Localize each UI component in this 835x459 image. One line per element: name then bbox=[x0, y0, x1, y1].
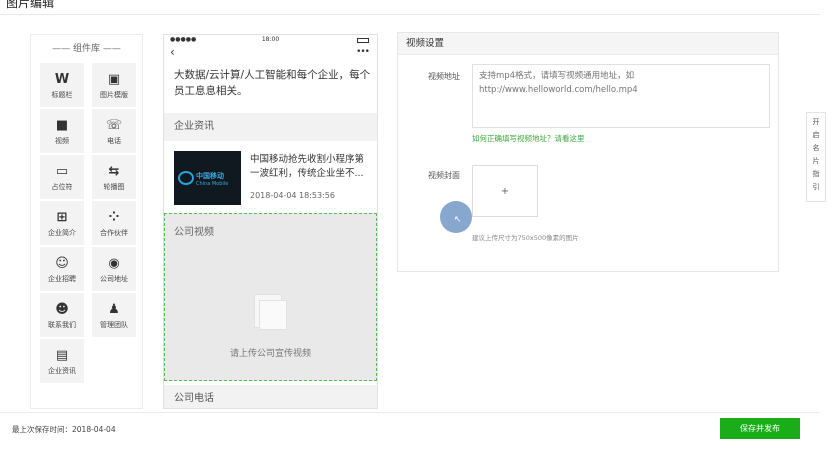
business-card-guide-tab[interactable]: 开启名片指引 bbox=[806, 112, 826, 202]
china-mobile-logo-icon bbox=[178, 171, 194, 185]
news-item[interactable]: 中国移动 China Mobile 中国移动抢先收割小程序第一波红利，传统企业坐… bbox=[164, 141, 377, 211]
company-intro-text: 大数据/云计算/人工智能和每个企业，每个员工息息相关。 bbox=[174, 69, 371, 97]
back-arrow-icon[interactable]: ‹ bbox=[170, 45, 175, 59]
thumb-logo-subtext: China Mobile bbox=[196, 181, 229, 187]
component-video-camera[interactable]: ■ 视频 bbox=[40, 109, 84, 153]
component-library: —— 组件库 —— W 标题栏 ▣ 图片模版 ■ 视频 ☏ 电话 ▭ 占位符 ⇆ 轮播图 ⊞ 企业简介 ⁘ 合… bbox=[30, 34, 143, 409]
carousel-icon: ⇆ bbox=[108, 163, 120, 179]
component-label: 联系我们 bbox=[48, 321, 76, 329]
cover-size-hint: 建议上传尺寸为750x500像素的图片 bbox=[472, 234, 579, 242]
page-root: 图片编辑 —— 组件库 —— W 标题栏 ▣ 图片模版 ■ 视频 ☏ 电话 ▭ 占位符 ⇆ 轮播图 ⊞ 企… bbox=[0, 0, 835, 459]
component-label: 企业简介 bbox=[48, 229, 76, 237]
image-template-icon: ▣ bbox=[107, 71, 121, 87]
section-news-header: 企业资讯 bbox=[164, 113, 377, 141]
news-icon: ▤ bbox=[55, 347, 69, 363]
team-icon: ♟ bbox=[108, 301, 120, 317]
footer-divider bbox=[0, 412, 820, 413]
video-url-help-link[interactable]: 如何正确填写视频地址？请看这里 bbox=[472, 133, 585, 144]
status-bar: ●●●●● 18:00 bbox=[164, 35, 377, 45]
component-library-title: —— 组件库 —— bbox=[52, 44, 121, 54]
component-label: 图片模版 bbox=[100, 91, 128, 99]
video-cover-label: 视频封面 bbox=[428, 171, 460, 180]
last-saved-time: 最上次保存时间：2018-04-04 bbox=[12, 425, 116, 434]
component-company-intro[interactable]: ⊞ 企业简介 bbox=[40, 201, 84, 245]
video-placeholder-icon bbox=[254, 294, 287, 330]
component-label: 合作伙伴 bbox=[100, 229, 128, 237]
component-label: 公司地址 bbox=[100, 275, 128, 283]
partners-icon: ⁘ bbox=[108, 209, 120, 225]
component-label: 电话 bbox=[107, 137, 121, 145]
panel-title: 视频设置 bbox=[398, 33, 778, 55]
battery-icon bbox=[357, 38, 369, 43]
component-placeholder[interactable]: ▭ 占位符 bbox=[40, 155, 84, 199]
news-thumbnail: 中国移动 China Mobile bbox=[174, 151, 241, 205]
title-bar-icon: W bbox=[54, 71, 70, 87]
component-label: 视频 bbox=[55, 137, 69, 145]
component-phone[interactable]: ☏ 电话 bbox=[92, 109, 136, 153]
phone-icon: ☏ bbox=[105, 117, 123, 133]
news-date: 2018-04-04 18:53:56 bbox=[250, 191, 335, 200]
video-upload-hint: 请上传公司宣传视频 bbox=[229, 349, 311, 359]
component-recruitment[interactable]: ☺ 企业招聘 bbox=[40, 247, 84, 291]
phone-navbar: ‹ ••• bbox=[164, 45, 377, 61]
video-settings-panel: 视频设置 视频地址 如何正确填写视频地址？请看这里 视频封面 + 建议上传尺寸为… bbox=[397, 32, 779, 272]
side-tab-char: 开 bbox=[812, 118, 820, 126]
status-time: 18:00 bbox=[261, 36, 280, 43]
component-image-template[interactable]: ▣ 图片模版 bbox=[92, 63, 136, 107]
side-tab-char: 引 bbox=[812, 183, 820, 191]
section-phone-header: 公司电话 bbox=[164, 385, 377, 408]
more-options-icon[interactable]: ••• bbox=[356, 47, 370, 57]
section-video-title: 公司视频 bbox=[174, 227, 214, 238]
location-pin-icon: ◉ bbox=[108, 255, 120, 271]
video-url-input[interactable] bbox=[472, 64, 770, 128]
thumb-logo-text: 中国移动 bbox=[196, 172, 224, 180]
video-camera-icon: ■ bbox=[55, 117, 69, 133]
component-title-bar[interactable]: W 标题栏 bbox=[40, 63, 84, 107]
phone-preview: ●●●●● 18:00 ‹ ••• 大数据/云计算/人工智能和每个企业，每个员工… bbox=[163, 34, 378, 409]
component-label: 标题栏 bbox=[51, 91, 73, 99]
video-url-label: 视频地址 bbox=[428, 72, 460, 81]
component-contact[interactable]: ☻ 联系我们 bbox=[40, 293, 84, 337]
side-tab-char: 名 bbox=[812, 144, 820, 152]
company-intro-icon: ⊞ bbox=[56, 209, 68, 225]
section-video-selected[interactable]: 公司视频 请上传公司宣传视频 bbox=[164, 213, 377, 381]
cover-upload-button[interactable]: + bbox=[472, 165, 538, 217]
contact-icon: ☻ bbox=[55, 301, 69, 317]
component-carousel[interactable]: ⇆ 轮播图 bbox=[92, 155, 136, 199]
component-label: 占位符 bbox=[51, 183, 73, 191]
save-and-publish-button[interactable]: 保存并发布 bbox=[720, 418, 800, 439]
recruitment-icon: ☺ bbox=[55, 255, 69, 271]
component-label: 管理团队 bbox=[100, 321, 128, 329]
side-tab-char: 片 bbox=[812, 157, 820, 165]
component-label: 企业招聘 bbox=[48, 275, 76, 283]
placeholder-icon: ▭ bbox=[55, 163, 69, 179]
component-location-pin[interactable]: ◉ 公司地址 bbox=[92, 247, 136, 291]
mouse-pointer-icon: ↖ bbox=[454, 215, 462, 225]
component-partners[interactable]: ⁘ 合作伙伴 bbox=[92, 201, 136, 245]
component-team[interactable]: ♟ 管理团队 bbox=[92, 293, 136, 337]
component-grid: W 标题栏 ▣ 图片模版 ■ 视频 ☏ 电话 ▭ 占位符 ⇆ 轮播图 ⊞ 企业简介 ⁘ 合作伙伴 ☺ 企业招聘 ◉ 公… bbox=[40, 63, 140, 383]
header-divider bbox=[0, 14, 820, 15]
page-title: 图片编辑 bbox=[6, 0, 55, 10]
component-label: 轮播图 bbox=[103, 183, 125, 191]
side-tab-char: 启 bbox=[812, 131, 820, 139]
component-label: 企业资讯 bbox=[48, 367, 76, 375]
component-news[interactable]: ▤ 企业资讯 bbox=[40, 339, 84, 383]
news-title: 中国移动抢先收割小程序第一波红利，传统企业坐不... bbox=[250, 154, 365, 179]
side-tab-char: 指 bbox=[812, 170, 820, 178]
